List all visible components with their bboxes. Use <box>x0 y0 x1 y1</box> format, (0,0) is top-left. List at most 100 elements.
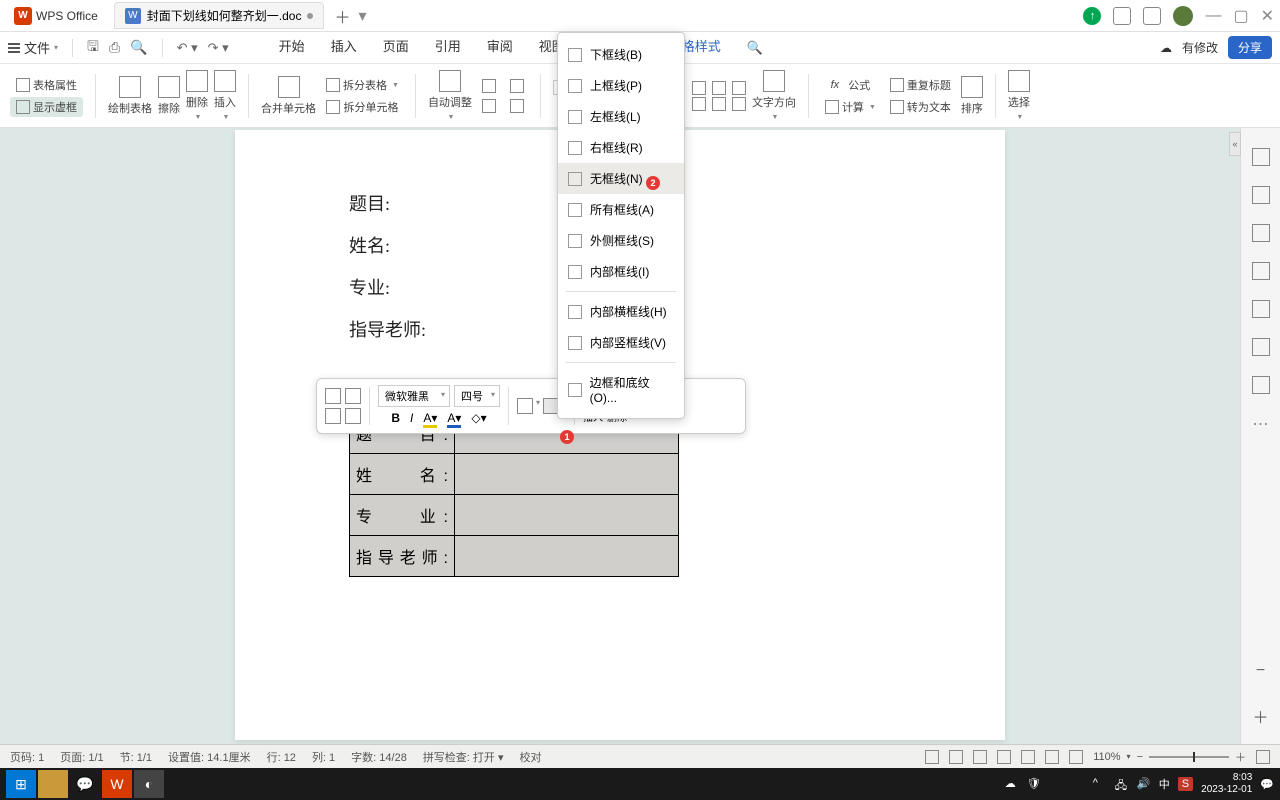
book-icon[interactable] <box>1252 338 1270 356</box>
border-dialog-item[interactable]: 边框和底纹(O)... <box>558 367 684 412</box>
app-icon[interactable]: ◐ <box>134 770 164 798</box>
ime-s-icon[interactable]: S <box>1178 777 1193 791</box>
app-center-icon[interactable] <box>1113 7 1131 25</box>
formula-button[interactable]: fx 公式 <box>827 75 875 95</box>
floating-font-size[interactable]: 四号▾ <box>454 385 500 407</box>
tray-cloud-icon[interactable]: ☁ <box>1005 777 1019 791</box>
collapse-handle[interactable]: « <box>1229 132 1241 156</box>
status-word-count[interactable]: 字数: 14/28 <box>351 749 407 765</box>
status-proof[interactable]: 校对 <box>520 749 542 765</box>
print-icon[interactable]: ⎙ <box>109 39 120 56</box>
notification-icon[interactable]: 💬 <box>1260 778 1274 791</box>
sync-status-icon[interactable]: ↑ <box>1083 7 1101 25</box>
border-inner-item[interactable]: 内部框线(I) <box>558 256 684 287</box>
page-view-icon[interactable] <box>949 750 963 764</box>
file-explorer-icon[interactable] <box>38 770 68 798</box>
align-mid-center-icon[interactable] <box>712 97 726 111</box>
cloud-icon[interactable]: ☁ <box>1160 41 1172 55</box>
border-bottom-item[interactable]: 下框线(B) <box>558 39 684 70</box>
wps-taskbar-icon[interactable]: W <box>102 770 132 798</box>
tools-icon[interactable] <box>1252 300 1270 318</box>
cut-icon[interactable] <box>325 408 341 424</box>
print-preview-icon[interactable]: 🔍 <box>130 39 147 56</box>
italic-icon[interactable]: I <box>410 411 413 428</box>
table-properties-button[interactable]: 表格属性 <box>12 75 81 95</box>
border-right-item[interactable]: 右框线(R) <box>558 132 684 163</box>
border-none-item[interactable]: 无框线(N) <box>558 163 684 194</box>
ime-indicator[interactable]: 中 <box>1159 776 1170 792</box>
align-mid-right-icon[interactable] <box>732 97 746 111</box>
pencil-icon[interactable] <box>1252 148 1270 166</box>
clear-format-icon[interactable]: ◇▾ <box>471 411 486 428</box>
border-all-item[interactable]: 所有框线(A) <box>558 194 684 225</box>
share-button[interactable]: 分享 <box>1228 36 1272 59</box>
tray-icon-2[interactable] <box>1071 777 1085 791</box>
zoom-out-button[interactable]: − <box>1137 751 1143 763</box>
tray-volume-icon[interactable]: 🔊 <box>1137 777 1151 791</box>
show-virtual-frame-button[interactable]: 显示虚框 <box>10 97 83 117</box>
distribute-rows-button[interactable] <box>506 77 528 95</box>
system-clock[interactable]: 8:03 2023-12-01 <box>1201 772 1252 796</box>
floating-font-name[interactable]: 微软雅黑▾ <box>378 385 450 407</box>
settings-icon[interactable] <box>1069 750 1083 764</box>
minimize-button[interactable]: — <box>1205 7 1221 25</box>
user-avatar[interactable] <box>1173 6 1193 26</box>
align-mid-left-icon[interactable] <box>692 97 706 111</box>
pointer-icon[interactable] <box>1252 186 1270 204</box>
eye-icon[interactable] <box>925 750 939 764</box>
tab-start[interactable]: 开始 <box>279 36 305 59</box>
to-text-button[interactable]: 转为文本 <box>886 97 955 117</box>
fullscreen-icon[interactable] <box>1256 750 1270 764</box>
calculate-button[interactable]: 计算 <box>821 97 880 117</box>
border-inner-h-item[interactable]: 内部横框线(H) <box>558 296 684 327</box>
paste-icon[interactable] <box>345 388 361 404</box>
start-button[interactable]: ⊞ <box>6 770 36 798</box>
help-icon[interactable] <box>1252 376 1270 394</box>
border-icon[interactable] <box>517 398 533 414</box>
tray-chevron-icon[interactable]: ^ <box>1093 777 1107 791</box>
tab-review[interactable]: 审阅 <box>487 36 513 59</box>
align-top-right-icon[interactable] <box>732 81 746 95</box>
border-inner-v-item[interactable]: 内部竖框线(V) <box>558 327 684 358</box>
insert-icon[interactable] <box>214 70 236 92</box>
tray-security-icon[interactable]: 🛡 <box>1027 777 1041 791</box>
distribute-cols-button[interactable] <box>506 97 528 115</box>
row-height-button[interactable] <box>478 77 500 95</box>
copy-icon[interactable] <box>325 388 341 404</box>
cloud-storage-icon[interactable] <box>1252 262 1270 280</box>
text-direction-icon[interactable] <box>763 70 785 92</box>
col-width-button[interactable] <box>478 97 500 115</box>
tab-reference[interactable]: 引用 <box>435 36 461 59</box>
table-cell-empty[interactable] <box>455 495 679 536</box>
sort-icon[interactable] <box>961 76 983 98</box>
split-cells-button[interactable]: 拆分单元格 <box>322 97 402 117</box>
save-icon[interactable]: 🖫 <box>87 36 99 60</box>
eraser-icon[interactable] <box>158 76 180 98</box>
bold-icon[interactable]: B <box>391 411 400 428</box>
border-outer-item[interactable]: 外侧框线(S) <box>558 225 684 256</box>
zoom-out-icon[interactable]: − <box>1256 662 1265 680</box>
tab-insert[interactable]: 插入 <box>331 36 357 59</box>
outline-view-icon[interactable] <box>973 750 987 764</box>
font-color-icon[interactable]: A▾ <box>447 411 461 428</box>
document-tab[interactable]: W 封面下划线如何整齐划一.doc <box>114 2 325 29</box>
zoom-slider[interactable]: 110%▾ − ＋ <box>1093 749 1246 765</box>
notes-icon[interactable] <box>1045 750 1059 764</box>
merge-cells-icon[interactable] <box>278 76 300 98</box>
redo-icon[interactable]: ↷ ▾ <box>208 40 229 56</box>
cube-icon[interactable] <box>1143 7 1161 25</box>
zoom-in-icon[interactable]: ＋ <box>1252 704 1268 728</box>
table-cell-empty[interactable] <box>455 454 679 495</box>
close-button[interactable]: ✕ <box>1261 6 1274 26</box>
draw-table-icon[interactable] <box>119 76 141 98</box>
border-left-item[interactable]: 左框线(L) <box>558 101 684 132</box>
layers-icon[interactable] <box>1252 224 1270 242</box>
tab-page[interactable]: 页面 <box>383 36 409 59</box>
document-table[interactable]: 题 目: 姓 名: 专 业: 指导老师: <box>349 412 679 577</box>
autofit-icon[interactable] <box>439 70 461 92</box>
status-section[interactable]: 节: 1/1 <box>120 749 152 765</box>
new-tab-chevron-icon[interactable]: ▾ <box>359 6 367 26</box>
split-table-button[interactable]: 拆分表格 <box>322 75 403 95</box>
file-menu[interactable]: 文件 ▾ <box>8 38 58 57</box>
tray-network-icon[interactable]: 🖧 <box>1115 777 1129 791</box>
